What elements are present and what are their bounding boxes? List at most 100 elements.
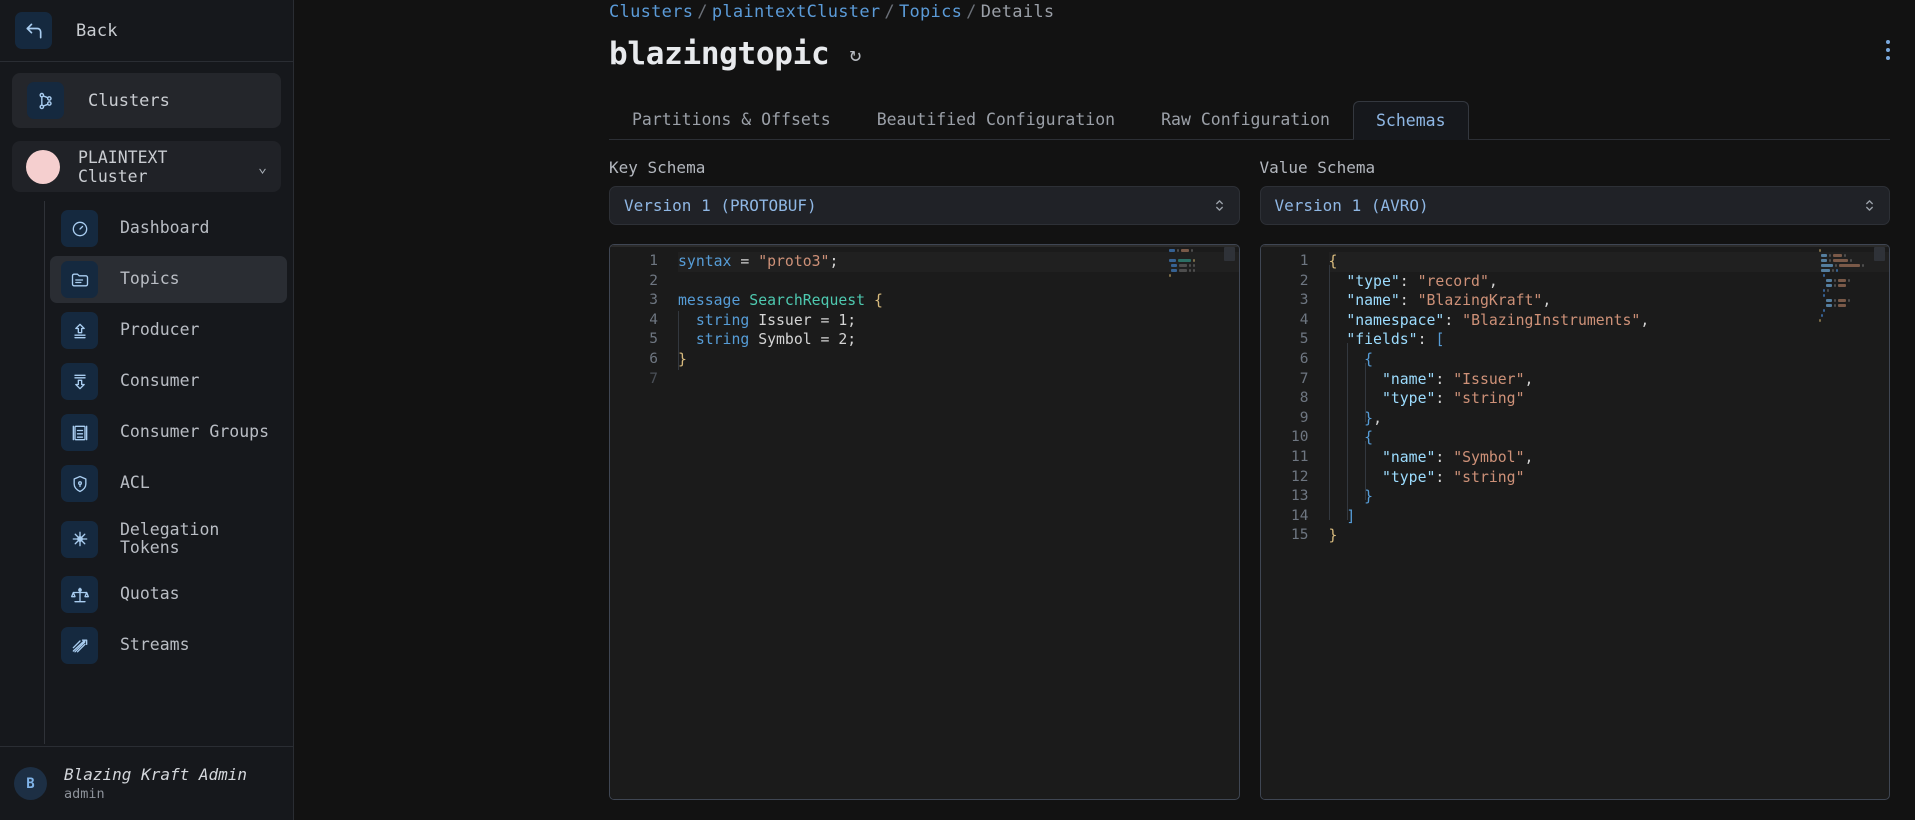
code-token: 1 xyxy=(838,311,848,329)
minimap-segment xyxy=(1823,289,1826,292)
code-line: "type": "string" xyxy=(1329,468,1890,488)
user-profile[interactable]: B Blazing Kraft Admin admin xyxy=(0,746,293,820)
minimap-segment xyxy=(1821,269,1830,272)
back-button[interactable]: Back xyxy=(0,0,293,62)
breadcrumb-item-clusters[interactable]: Clusters xyxy=(609,2,693,22)
sidebar-item-dashboard[interactable]: Dashboard xyxy=(50,205,287,252)
sidebar-item-clusters[interactable]: Clusters xyxy=(12,73,281,128)
tab-raw-configuration[interactable]: Raw Configuration xyxy=(1138,100,1353,139)
user-info: Blazing Kraft Admin admin xyxy=(64,765,247,802)
key-editor-minimap[interactable] xyxy=(1168,249,1225,284)
value-schema-editor[interactable]: 1 2 3 4 5 6 7 8 9 10 11 12 13 14 15 { "type": "record"… xyxy=(1259,244,1890,800)
cluster-selector[interactable]: PLAINTEXT Cluster ⌄ xyxy=(12,141,281,192)
line-number: 12 xyxy=(1291,468,1309,485)
code-token: "name" xyxy=(1381,370,1436,388)
tab-schemas[interactable]: Schemas xyxy=(1353,101,1469,140)
refresh-icon[interactable]: ↻ xyxy=(849,42,861,66)
value-editor-scrollbar[interactable] xyxy=(1874,247,1885,261)
code-token: : xyxy=(1444,311,1463,329)
minimap-segment xyxy=(1827,289,1830,292)
value-editor-minimap[interactable] xyxy=(1819,249,1875,324)
sidebar-item-producer[interactable]: Producer xyxy=(50,307,287,354)
breadcrumb: Clusters / plaintextCluster / Topics / Details xyxy=(609,2,1054,22)
sidebar-item-streams[interactable]: Streams xyxy=(50,622,287,669)
breadcrumb-item-plaintextcluster[interactable]: plaintextCluster xyxy=(712,2,881,22)
code-token: , xyxy=(1524,448,1534,466)
cluster-name-label: PLAINTEXT Cluster xyxy=(78,147,168,186)
line-number: 6 xyxy=(649,350,658,367)
minimap-segment xyxy=(1831,269,1834,272)
minimap-segment xyxy=(1819,249,1821,252)
code-token: "proto3" xyxy=(758,253,830,270)
key-schema-version-select[interactable]: Version 1 (PROTOBUF) xyxy=(609,186,1240,225)
code-line: ] xyxy=(1329,507,1890,527)
select-arrows-icon xyxy=(1864,197,1875,214)
value-schema-pane: Value Schema Version 1 (AVRO) 1234567891… xyxy=(1259,158,1890,800)
code-token: , xyxy=(1488,272,1498,290)
minimap-segment xyxy=(1821,264,1833,267)
code-token: , xyxy=(1524,370,1534,388)
key-schema-pane: Key Schema Version 1 (PROTOBUF) 1 2 3 4 5 6 7 … xyxy=(609,158,1240,800)
code-token: message xyxy=(678,292,750,310)
code-line: "name": "BlazingKraft", xyxy=(1329,291,1890,311)
minimap-segment xyxy=(1825,299,1832,302)
back-label: Back xyxy=(76,20,118,41)
schema-panes: Key Schema Version 1 (PROTOBUF) 1 2 3 4 5 6 7 … xyxy=(609,158,1890,800)
key-editor-scrollbar[interactable] xyxy=(1223,247,1235,261)
code-line: syntax = "proto3"; xyxy=(678,252,1239,272)
minimap-segment xyxy=(1833,299,1836,302)
sidebar-item-delegation-tokens[interactable]: Delegation Tokens xyxy=(50,511,287,567)
minimap-line xyxy=(1825,279,1875,282)
page-title: blazingtopic xyxy=(609,36,830,72)
code-token: : xyxy=(1435,370,1454,388)
key-editor-code[interactable]: syntax = "proto3"; message SearchRequest… xyxy=(668,245,1239,799)
tab-partitions-offsets[interactable]: Partitions & Offsets xyxy=(609,100,854,139)
minimap-line xyxy=(1168,274,1225,277)
code-token: "string" xyxy=(1453,468,1525,486)
minimap-segment xyxy=(1168,259,1176,262)
minimap-segment xyxy=(1825,279,1832,282)
sidebar-item-acl[interactable]: ACL xyxy=(50,460,287,507)
value-editor-code[interactable]: { "type": "record", "name": "BlazingKraf… xyxy=(1319,245,1890,799)
line-number: 5 xyxy=(1299,331,1309,348)
key-schema-version-value: Version 1 (PROTOBUF) xyxy=(624,196,817,215)
code-token: [ xyxy=(1435,331,1445,349)
line-number: 2 xyxy=(1299,272,1309,289)
key-schema-editor[interactable]: 1 2 3 4 5 6 7 syntax = "proto3"; message Searc… xyxy=(609,244,1240,800)
value-schema-version-select[interactable]: Version 1 (AVRO) xyxy=(1259,186,1890,225)
minimap-line xyxy=(1821,264,1875,267)
minimap-segment xyxy=(1189,269,1192,272)
sidebar-item-consumer[interactable]: Consumer xyxy=(50,358,287,405)
minimap-segment xyxy=(1180,249,1190,252)
code-token: : xyxy=(1399,292,1418,310)
asterisk-icon xyxy=(61,520,98,558)
sidebar-item-topics[interactable]: Topics xyxy=(50,256,287,303)
minimap-line xyxy=(1169,254,1225,257)
code-token: "name" xyxy=(1346,292,1400,310)
minimap-line xyxy=(1823,274,1875,277)
indent-guide xyxy=(1346,343,1348,520)
minimap-segment xyxy=(1193,264,1196,267)
minimap-segment xyxy=(1168,249,1175,252)
sidebar-nav: Dashboard Topics Producer Consumer Consumer … xyxy=(0,201,293,746)
main-content: Clusters / plaintextCluster / Topics / Details… xyxy=(294,0,1915,820)
breadcrumb-item-topics[interactable]: Topics xyxy=(899,2,962,22)
minimap-line xyxy=(1825,284,1875,287)
minimap-segment xyxy=(1848,279,1851,282)
kebab-menu-icon[interactable] xyxy=(1886,40,1890,60)
code-line: "type": "string" xyxy=(1329,389,1890,409)
minimap-segment xyxy=(1189,264,1192,267)
sidebar-item-quotas[interactable]: Quotas xyxy=(50,571,287,618)
cluster-status-dot xyxy=(26,149,60,184)
tab-beautified-configuration[interactable]: Beautified Configuration xyxy=(854,100,1138,139)
download-icon xyxy=(61,363,98,400)
code-token: "record" xyxy=(1417,272,1489,290)
upload-icon xyxy=(61,312,98,349)
sidebar-item-label: Topics xyxy=(120,269,180,289)
sidebar-item-consumer-groups[interactable]: Consumer Groups xyxy=(50,409,287,456)
code-token: , xyxy=(1373,409,1382,427)
minimap-segment xyxy=(1193,269,1196,272)
